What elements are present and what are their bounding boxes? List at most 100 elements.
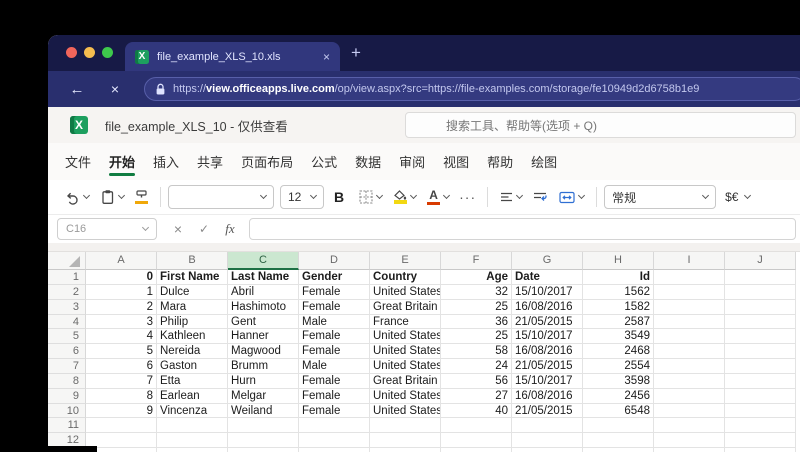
cell-D9[interactable]: Female — [299, 388, 370, 404]
cell-D6[interactable]: Female — [299, 344, 370, 360]
cell-H13[interactable] — [583, 448, 654, 452]
column-header-B[interactable]: B — [157, 252, 228, 270]
borders-button[interactable] — [354, 184, 387, 210]
cell-F5[interactable]: 25 — [441, 329, 512, 345]
formula-input[interactable] — [249, 218, 796, 240]
cell-A10[interactable]: 9 — [86, 403, 157, 419]
cell-D5[interactable]: Female — [299, 329, 370, 345]
cell-B7[interactable]: Gaston — [157, 359, 228, 374]
cell-J1[interactable] — [725, 270, 796, 285]
cell-H8[interactable]: 3598 — [583, 373, 654, 389]
cell-J13[interactable] — [725, 448, 796, 452]
cell-D13[interactable] — [299, 448, 370, 452]
wrap-text-button[interactable] — [528, 184, 553, 210]
currency-format-button[interactable]: $€ — [717, 184, 755, 210]
cell-E11[interactable] — [370, 418, 441, 434]
column-header-E[interactable]: E — [370, 252, 441, 270]
column-header-F[interactable]: F — [441, 252, 512, 270]
cell-E5[interactable]: United States — [370, 329, 441, 345]
cell-G4[interactable]: 21/05/2015 — [512, 314, 583, 330]
back-button[interactable]: ← — [64, 81, 90, 98]
cell-G7[interactable]: 21/05/2015 — [512, 359, 583, 374]
cell-E6[interactable]: United States — [370, 344, 441, 360]
cell-J3[interactable] — [725, 299, 796, 315]
ribbon-tab-绘图[interactable]: 绘图 — [522, 143, 566, 180]
ribbon-tab-数据[interactable]: 数据 — [346, 143, 390, 180]
cell-F2[interactable]: 32 — [441, 284, 512, 300]
cell-F7[interactable]: 24 — [441, 359, 512, 374]
new-tab-button[interactable]: + — [351, 42, 361, 64]
format-painter-button[interactable] — [130, 184, 153, 210]
cell-G5[interactable]: 15/10/2017 — [512, 329, 583, 345]
cell-H1[interactable]: Id — [583, 270, 654, 285]
ribbon-tab-共享[interactable]: 共享 — [188, 143, 232, 180]
row-header-9[interactable]: 9 — [48, 388, 86, 404]
row-header-2[interactable]: 2 — [48, 284, 86, 300]
cell-E3[interactable]: Great Britain — [370, 299, 441, 315]
cell-C5[interactable]: Hanner — [228, 329, 299, 345]
currency-dropdown-icon[interactable] — [744, 191, 752, 200]
cell-A4[interactable]: 3 — [86, 314, 157, 330]
cell-G2[interactable]: 15/10/2017 — [512, 284, 583, 300]
cell-C4[interactable]: Gent — [228, 314, 299, 330]
cell-J6[interactable] — [725, 344, 796, 360]
ribbon-tab-审阅[interactable]: 审阅 — [390, 143, 434, 180]
cell-I9[interactable] — [654, 388, 725, 404]
cell-F11[interactable] — [441, 418, 512, 434]
column-header-I[interactable]: I — [654, 252, 725, 270]
cell-B13[interactable] — [157, 448, 228, 452]
cell-B2[interactable]: Dulce — [157, 284, 228, 300]
search-input[interactable]: 搜索工具、帮助等(选项 + Q) — [405, 112, 796, 138]
cell-I1[interactable] — [654, 270, 725, 285]
cell-I12[interactable] — [654, 433, 725, 449]
cell-B6[interactable]: Nereida — [157, 344, 228, 360]
cell-F9[interactable]: 27 — [441, 388, 512, 404]
cell-B11[interactable] — [157, 418, 228, 434]
cell-I6[interactable] — [654, 344, 725, 360]
column-header-C[interactable]: C — [228, 252, 299, 270]
cell-H3[interactable]: 1582 — [583, 299, 654, 315]
cell-J9[interactable] — [725, 388, 796, 404]
row-header-10[interactable]: 10 — [48, 403, 86, 419]
more-options-button[interactable]: ··· — [455, 189, 480, 205]
cell-B5[interactable]: Kathleen — [157, 329, 228, 345]
cell-D2[interactable]: Female — [299, 284, 370, 300]
name-box[interactable]: C16 — [57, 218, 157, 240]
cell-I13[interactable] — [654, 448, 725, 452]
cell-G8[interactable]: 15/10/2017 — [512, 373, 583, 389]
cell-B9[interactable]: Earlean — [157, 388, 228, 404]
merge-cells-button[interactable] — [554, 184, 589, 210]
paste-dropdown-icon[interactable] — [117, 191, 126, 200]
cell-A8[interactable]: 7 — [86, 373, 157, 389]
cell-E1[interactable]: Country — [370, 270, 441, 285]
fill-color-dropdown-icon[interactable] — [410, 191, 418, 200]
ribbon-tab-插入[interactable]: 插入 — [144, 143, 188, 180]
cell-A5[interactable]: 4 — [86, 329, 157, 345]
cell-C3[interactable]: Hashimoto — [228, 299, 299, 315]
font-color-dropdown-icon[interactable] — [443, 191, 451, 200]
cell-F13[interactable] — [441, 448, 512, 452]
cell-C6[interactable]: Magwood — [228, 344, 299, 360]
cell-F10[interactable]: 40 — [441, 403, 512, 419]
cell-A6[interactable]: 5 — [86, 344, 157, 360]
cell-B12[interactable] — [157, 433, 228, 449]
tab-close-icon[interactable]: × — [323, 50, 330, 64]
cell-B10[interactable]: Vincenza — [157, 403, 228, 419]
cell-B1[interactable]: First Name — [157, 270, 228, 285]
cell-C9[interactable]: Melgar — [228, 388, 299, 404]
undo-dropdown-icon[interactable] — [82, 191, 91, 200]
cell-H12[interactable] — [583, 433, 654, 449]
font-size-select[interactable]: 12 — [280, 185, 324, 209]
ribbon-tab-公式[interactable]: 公式 — [302, 143, 346, 180]
cell-F12[interactable] — [441, 433, 512, 449]
cell-A1[interactable]: 0 — [86, 270, 157, 285]
cell-E7[interactable]: United States — [370, 359, 441, 374]
number-format-select[interactable]: 常规 — [604, 185, 717, 209]
cell-H10[interactable]: 6548 — [583, 403, 654, 419]
cell-C1[interactable]: Last Name — [228, 270, 299, 285]
cell-G10[interactable]: 21/05/2015 — [512, 403, 583, 419]
cell-J2[interactable] — [725, 284, 796, 300]
column-header-A[interactable]: A — [86, 252, 157, 270]
cell-D4[interactable]: Male — [299, 314, 370, 330]
paste-button[interactable] — [95, 184, 129, 210]
